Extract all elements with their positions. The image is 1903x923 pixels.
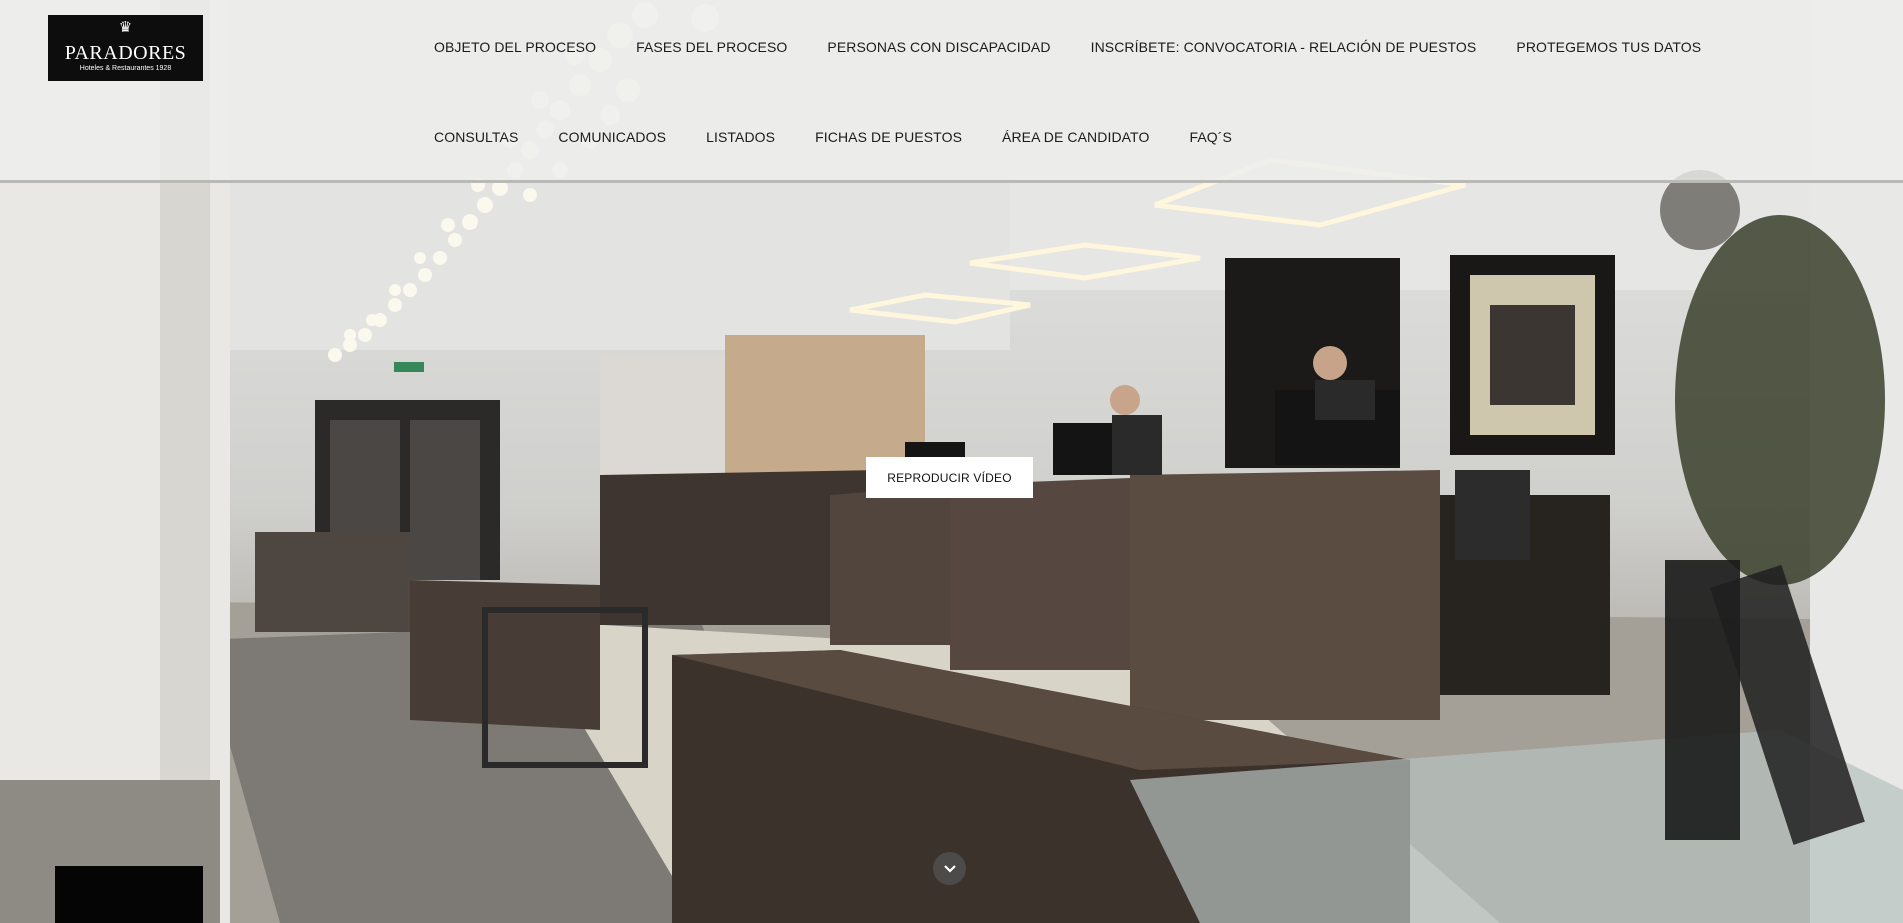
nav-comunicados[interactable]: COMUNICADOS (558, 129, 666, 145)
nav-consultas[interactable]: CONSULTAS (434, 129, 518, 145)
scroll-down-button[interactable] (933, 852, 966, 885)
nav-fichas-de-puestos[interactable]: FICHAS DE PUESTOS (815, 129, 962, 145)
floating-corner-box (55, 866, 203, 923)
nav-protegemos-tus-datos[interactable]: PROTEGEMOS TUS DATOS (1516, 39, 1701, 55)
site-header: ♛ PARADORES Hoteles & Restaurantes 1928 … (0, 0, 1903, 183)
nav-inscribete[interactable]: INSCRÍBETE: CONVOCATORIA - RELACIÓN DE P… (1091, 39, 1477, 55)
logo-tagline: Hoteles & Restaurantes 1928 (79, 65, 172, 72)
paradores-logo[interactable]: ♛ PARADORES Hoteles & Restaurantes 1928 (48, 15, 203, 81)
nav-area-de-candidato[interactable]: ÁREA DE CANDIDATO (1002, 129, 1149, 145)
main-nav-row-2: CONSULTAS COMUNICADOS LISTADOS FICHAS DE… (434, 129, 1272, 145)
nav-fases-del-proceso[interactable]: FASES DEL PROCESO (636, 39, 787, 55)
crown-icon: ♛ (118, 18, 133, 36)
main-nav-row-1: OBJETO DEL PROCESO FASES DEL PROCESO PER… (434, 39, 1741, 55)
play-video-button[interactable]: REPRODUCIR VÍDEO (866, 457, 1033, 498)
nav-listados[interactable]: LISTADOS (706, 129, 775, 145)
nav-faqs[interactable]: FAQ´S (1189, 129, 1232, 145)
nav-objeto-del-proceso[interactable]: OBJETO DEL PROCESO (434, 39, 596, 55)
logo-brand-name: PARADORES (64, 42, 187, 64)
chevron-down-icon (943, 864, 956, 873)
nav-personas-con-discapacidad[interactable]: PERSONAS CON DISCAPACIDAD (827, 39, 1050, 55)
